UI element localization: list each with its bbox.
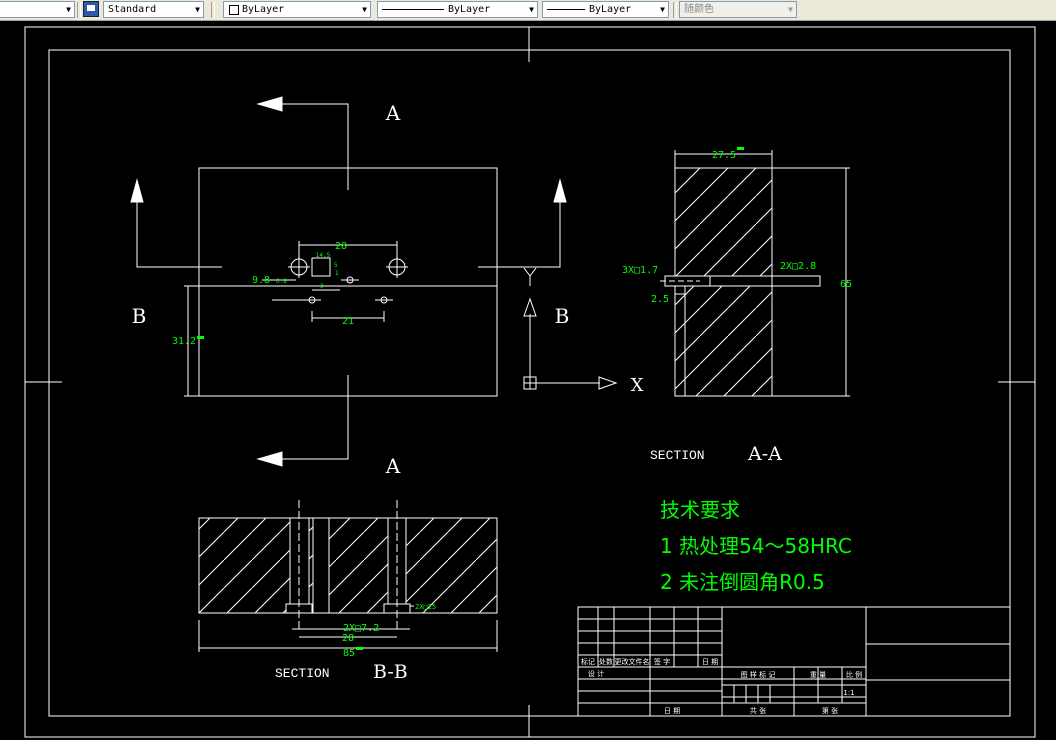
tb-total-sheets: 共 张 [750,706,766,715]
color-swatch-icon [229,5,239,15]
section-b-arrow-left [130,178,144,203]
section-b-name: B-B [373,661,408,683]
tb-weight: 重 量 [810,671,826,679]
tb-sheet-number: 第 张 [822,706,838,715]
grip-marker [356,647,363,650]
section-b-cut-left [136,195,222,268]
section-a-cut-bottom [270,375,349,460]
toolbar-separator [673,2,677,18]
chevron-down-icon: ▼ [66,5,71,14]
dim-31-2: 31.2 [172,336,196,347]
color-dropdown[interactable]: ByLayer ▼ [223,1,371,18]
dim-5: 5 [334,262,338,269]
section-b-cut-right [478,195,561,268]
chevron-down-icon: ▼ [788,5,793,14]
chevron-down-icon: ▼ [362,5,367,14]
section-b-title: SECTION [275,666,330,681]
section-b-b-body [198,517,498,614]
layer-dropdown[interactable]: ▼ [0,1,75,18]
dim-28-bottom: 28 [342,633,354,644]
tb-scale-value: 1:1 [843,689,854,697]
color-value: ByLayer [242,4,285,15]
grip-marker [197,336,204,339]
linetype-glyph-icon [382,9,444,10]
tb-header-sign: 签 字 [654,657,670,666]
section-a-name: A-A [747,443,782,465]
toolbar-separator [211,2,215,18]
tb-date: 日 期 [664,707,680,715]
dim-65: 65 [840,279,852,290]
plotstyle-value: 随颜色 [684,4,714,15]
text-style-value: Standard [108,4,157,15]
linetype-dropdown[interactable]: ByLayer ▼ [377,1,538,18]
dim-21: 21 [342,316,354,327]
dim-14-5: 14.5 [316,252,331,259]
drawing-canvas[interactable]: 28 14.5 9.8 6.8 5 1 3 21 31.2 A A B B X … [0,20,1056,740]
tech-requirement-2: 2 未注倒圆角R0.5 [660,570,825,594]
ucs-icon[interactable] [523,267,618,390]
section-a-cut-top [270,103,349,190]
chevron-down-icon: ▼ [660,5,665,14]
tech-requirement-1: 1 热处理54～58HRC [660,534,852,558]
lineweight-dropdown[interactable]: ByLayer ▼ [542,1,669,18]
dim-1: 1 [335,270,339,277]
front-view-dimensions [184,241,398,397]
dim-2x25: 2X□25 [415,603,436,611]
text-style-icon[interactable] [83,1,99,17]
dim-85: 85 [343,648,355,659]
front-view [130,96,567,467]
tech-requirements-title: 技术要求 [660,498,740,522]
section-b-left-label: B [132,304,147,328]
tb-header-count: 处数 [599,657,613,666]
section-a-a-view [660,150,850,397]
chevron-down-icon: ▼ [195,5,200,14]
toolbar-separator [77,2,81,18]
section-a-arrow-bottom [256,451,283,467]
section-b-arrow-right [553,178,567,203]
dim-2-5: 2.5 [651,294,669,305]
section-a-title: SECTION [650,448,705,463]
tb-header-mark: 标记 [581,657,595,666]
dim-9-8: 9.8 [252,275,270,286]
section-a-arrow-top [256,96,283,112]
tb-stage-mark: 图 样 标 记 [741,670,776,679]
chevron-down-icon: ▼ [529,5,534,14]
grip-marker [737,147,744,150]
properties-toolbar: ▼ Standard ▼ ByLayer ▼ ByLayer ▼ ByLayer… [0,0,1056,21]
dim-3: 3 [320,283,324,290]
ucs-x-label: X [631,375,644,396]
section-b-right-label: B [555,304,570,328]
dim-27-5: 27.5 [712,150,736,161]
dim-3x17: 3X□1.7 [622,265,658,276]
tb-design: 设 计 [588,669,604,678]
linetype-value: ByLayer [448,4,491,15]
lineweight-value: ByLayer [589,4,632,15]
drawing-svg: 28 14.5 9.8 6.8 5 1 3 21 31.2 A A B B X … [24,26,1036,738]
dim-6-8: 6.8 [276,278,287,285]
plotstyle-dropdown: 随颜色 ▼ [679,1,797,18]
text-style-dropdown[interactable]: Standard ▼ [103,1,204,18]
lineweight-glyph-icon [547,9,585,10]
tb-scale: 比 例 [846,670,862,679]
square-pocket [311,257,331,277]
section-a-bottom-label: A [385,454,401,478]
tb-header-date: 日 期 [702,658,718,666]
dim-2x28: 2X□2.8 [780,261,816,272]
tb-header-doc: 更改文件名 [615,657,650,666]
dim-28-top: 28 [335,241,347,252]
section-a-top-label: A [385,101,401,125]
